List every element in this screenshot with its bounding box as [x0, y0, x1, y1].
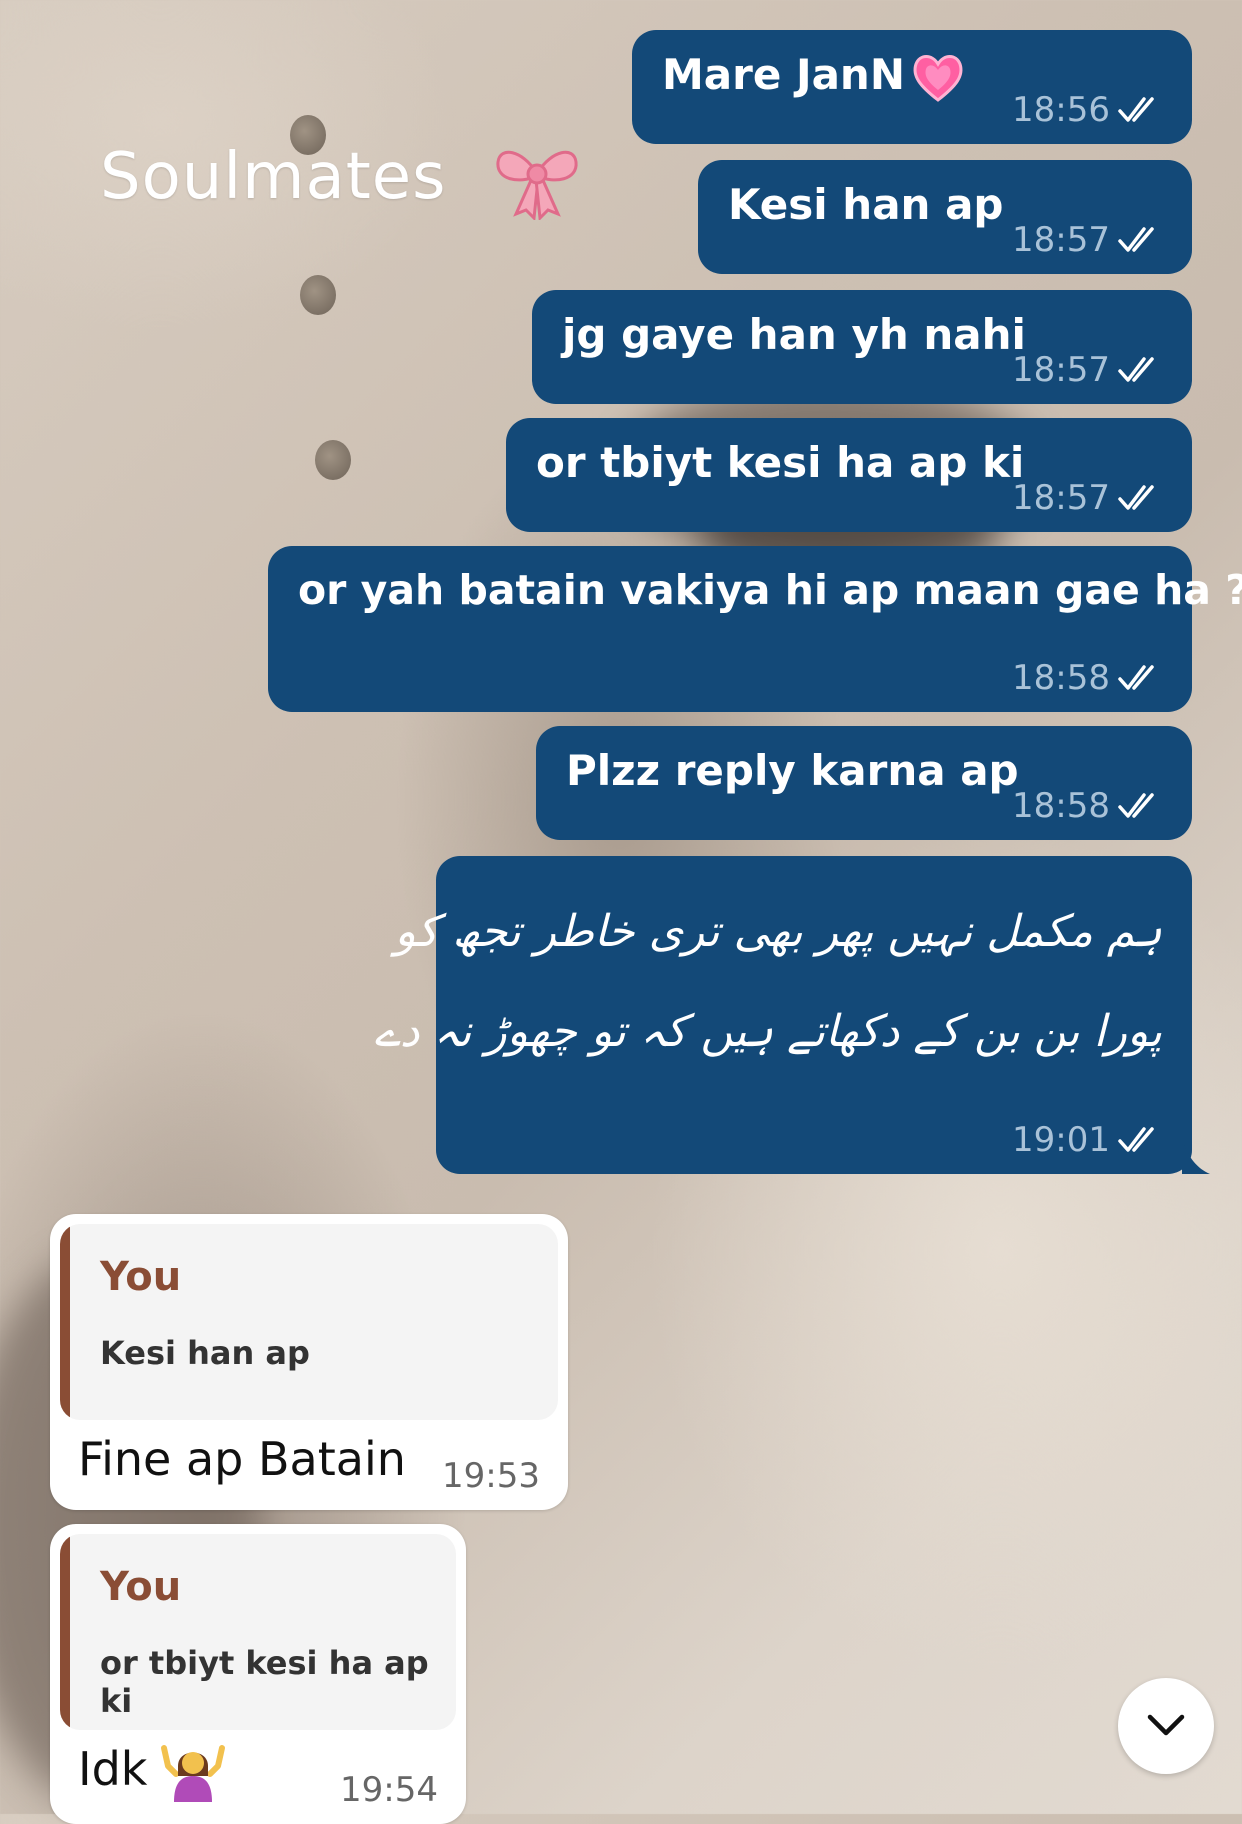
- outgoing-message[interactable]: jg gaye han yh nahi 18:57: [532, 290, 1192, 404]
- outgoing-message-poetry[interactable]: ہم مکمل نہیں پھر بھی تری خاطر تجھ کو پور…: [374, 856, 1192, 1174]
- message-text: Plzz reply karna ap: [566, 746, 1019, 795]
- bubble-tail: [1182, 1140, 1210, 1174]
- message-text: Idk: [78, 1742, 148, 1796]
- quote-accent-bar: [60, 1224, 70, 1420]
- outgoing-message[interactable]: Mare JanN 18:56: [632, 30, 1192, 144]
- incoming-message[interactable]: You Kesi han ap Fine ap Batain 19:53: [50, 1214, 568, 1510]
- message-meta: 18:56: [1012, 90, 1162, 130]
- message-text: Kesi han ap: [728, 180, 1004, 229]
- message-time: 18:56: [1012, 90, 1110, 130]
- wallpaper-caption: Soulmates: [100, 140, 447, 214]
- message-meta: 18:57: [1012, 478, 1162, 518]
- quote-accent-bar: [60, 1534, 70, 1730]
- message-meta: 18:58: [1012, 786, 1162, 826]
- incoming-message[interactable]: You or tbiyt kesi ha ap ki Idk 19:54: [50, 1524, 466, 1824]
- poem-line-2: پورا بن بن کے دکھاتے ہیں کہ تو چھوڑ نہ د…: [374, 1006, 1162, 1057]
- message-time: 19:01: [1012, 1120, 1110, 1160]
- double-check-icon: [1118, 665, 1154, 690]
- message-time: 19:54: [340, 1770, 438, 1810]
- outgoing-message[interactable]: or tbiyt kesi ha ap ki 18:57: [506, 418, 1192, 532]
- message-meta: 18:57: [1012, 220, 1162, 260]
- message-text: Mare JanN: [662, 50, 905, 99]
- message-time: 18:57: [1012, 350, 1110, 390]
- double-check-icon: [1118, 793, 1154, 818]
- ribbon-bow-icon: [496, 150, 578, 220]
- message-time: 19:53: [442, 1456, 540, 1496]
- poem-line-1: ہم مکمل نہیں پھر بھی تری خاطر تجھ کو: [394, 906, 1162, 957]
- chevron-down-icon: [1147, 1714, 1185, 1736]
- double-check-icon: [1118, 97, 1154, 122]
- double-check-icon: [1118, 227, 1154, 252]
- quote-text: or tbiyt kesi ha ap ki: [100, 1644, 429, 1720]
- message-time: 18:57: [1012, 478, 1110, 518]
- outgoing-message[interactable]: Plzz reply karna ap 18:58: [536, 726, 1192, 840]
- person-shrugging-icon: [161, 1745, 225, 1802]
- message-time: 18:58: [1012, 658, 1110, 698]
- quote-text: Kesi han ap: [100, 1334, 310, 1372]
- outgoing-message[interactable]: Kesi han ap 18:57: [698, 160, 1192, 274]
- double-check-icon: [1118, 1127, 1154, 1152]
- quoted-reply[interactable]: You or tbiyt kesi ha ap ki: [60, 1534, 456, 1730]
- message-text: Fine ap Batain: [78, 1432, 406, 1486]
- growing-heart-icon: [913, 55, 963, 102]
- quote-author: You: [100, 1564, 182, 1610]
- scroll-to-bottom-button[interactable]: [1118, 1678, 1214, 1774]
- message-time: 18:57: [1012, 220, 1110, 260]
- message-time: 18:58: [1012, 786, 1110, 826]
- kurta-button-decoration: [300, 275, 336, 315]
- quote-author: You: [100, 1254, 182, 1300]
- message-meta: 18:57: [1012, 350, 1162, 390]
- message-text: jg gaye han yh nahi: [562, 310, 1026, 359]
- outgoing-message[interactable]: or yah batain vakiya hi ap maan gae ha ?…: [268, 546, 1242, 712]
- double-check-icon: [1118, 485, 1154, 510]
- message-meta: 18:58: [1012, 658, 1162, 698]
- message-text: or tbiyt kesi ha ap ki: [536, 438, 1025, 487]
- double-check-icon: [1118, 357, 1154, 382]
- message-text: or yah batain vakiya hi ap maan gae ha ?: [298, 566, 1242, 614]
- quoted-reply[interactable]: You Kesi han ap: [60, 1224, 558, 1420]
- kurta-button-decoration: [315, 440, 351, 480]
- message-meta: 19:01: [1012, 1120, 1162, 1160]
